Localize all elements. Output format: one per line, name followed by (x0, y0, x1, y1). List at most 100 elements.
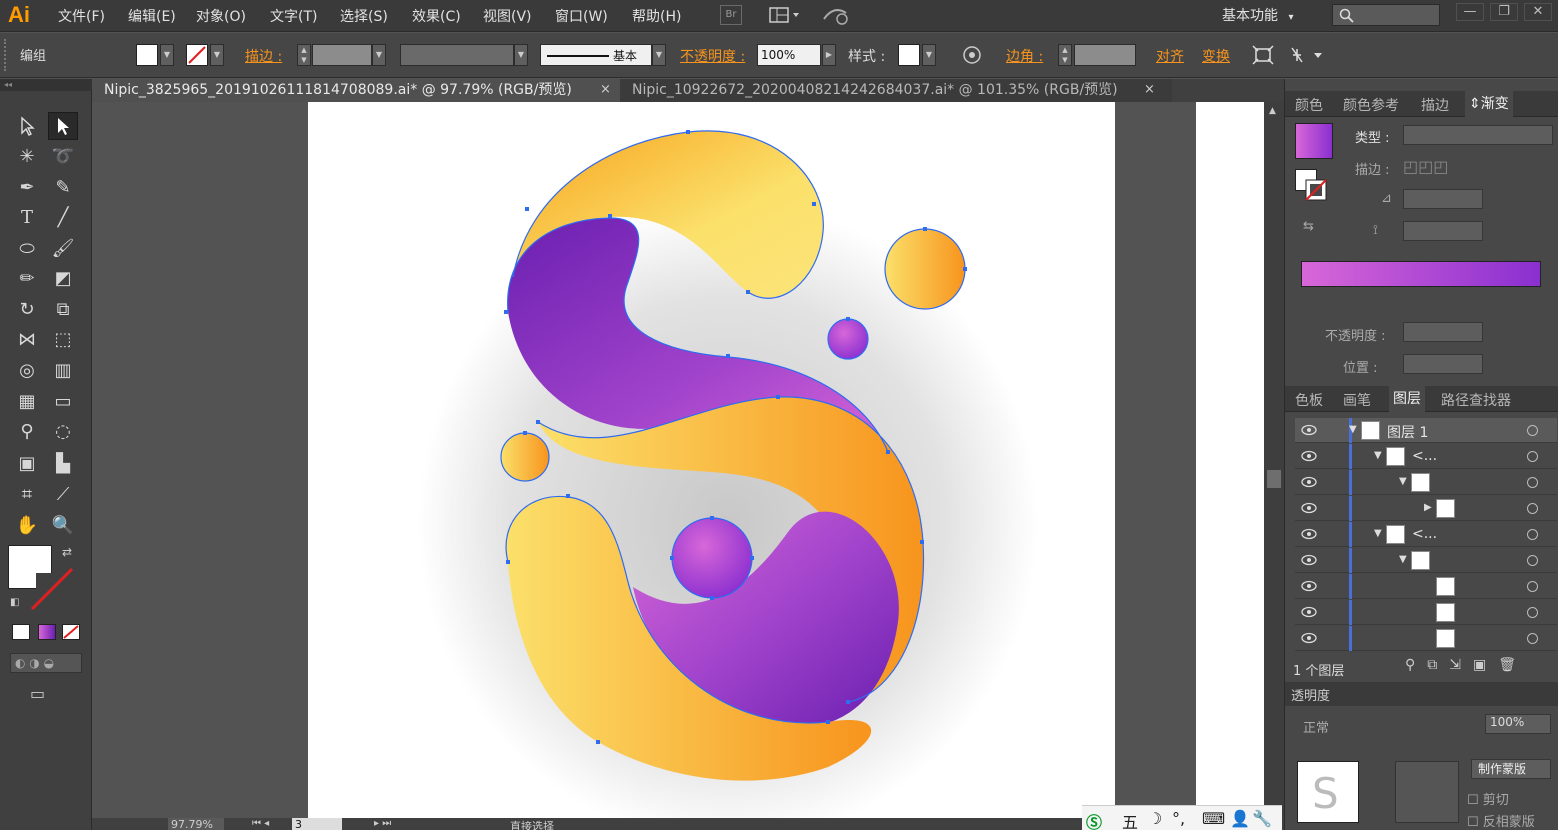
tab-color[interactable]: 颜色 (1295, 95, 1323, 115)
next-artboard-icon[interactable]: ▸ ⏭ (374, 818, 391, 829)
canvas[interactable]: ▲ (92, 102, 1284, 830)
moon-icon[interactable]: ☽ (1148, 809, 1162, 828)
stroke-weight-stepper[interactable]: ▲ ▼ (297, 44, 311, 66)
tab-2-close-icon[interactable]: × (1144, 82, 1155, 97)
layer-row[interactable] (1295, 600, 1557, 625)
ime-mode-label[interactable]: 五 (1122, 809, 1138, 830)
menu-view[interactable]: 视图(V) (483, 6, 532, 26)
punctuation-icon[interactable]: °, (1172, 809, 1185, 828)
layer-target-icon[interactable] (1527, 607, 1538, 618)
layer-name[interactable]: <... (1412, 526, 1437, 542)
ellipse-tool-icon[interactable]: ⬭ (12, 234, 42, 262)
pen-tool-icon[interactable]: ✒ (12, 173, 42, 201)
gradient-thumbnail[interactable] (1295, 123, 1333, 159)
object-thumbnail[interactable]: S (1297, 761, 1359, 823)
opacity-panel-link[interactable]: 不透明度 : (680, 46, 745, 66)
menu-object[interactable]: 对象(O) (196, 6, 246, 26)
menu-type[interactable]: 文字(T) (270, 6, 317, 26)
layer-target-icon[interactable] (1527, 555, 1538, 566)
layer-target-icon[interactable] (1527, 503, 1538, 514)
artboard[interactable] (308, 102, 1115, 830)
corner-radius-field[interactable] (1074, 44, 1136, 66)
stroke-dropdown[interactable]: ▼ (210, 44, 224, 66)
visibility-eye-icon[interactable] (1301, 579, 1317, 593)
layer-target-icon[interactable] (1527, 451, 1538, 462)
symbol-sprayer-tool-icon[interactable]: ▣ (12, 449, 42, 477)
expand-right-icon[interactable]: ▶ (1424, 502, 1432, 513)
clip-checkbox[interactable]: ☐ 剪切 (1467, 789, 1509, 808)
artboard-number-field[interactable]: 3 (292, 818, 342, 830)
opacity-field[interactable]: 100% (757, 44, 821, 66)
corner-radius-stepper[interactable]: ▲ ▼ (1058, 44, 1072, 66)
layer-target-icon[interactable] (1527, 581, 1538, 592)
tab-1-close-icon[interactable]: × (600, 82, 611, 97)
layer-row[interactable]: ▼ 图层 1 (1295, 418, 1557, 443)
shape-builder-tool-icon[interactable]: ◎ (12, 356, 42, 384)
curvature-tool-icon[interactable]: ✎ (48, 173, 78, 201)
visibility-eye-icon[interactable] (1301, 631, 1317, 645)
layer-actions-icons[interactable]: ⚲⧉⇲▣🗑 (1405, 657, 1528, 673)
expand-down-icon[interactable]: ▼ (1374, 450, 1382, 461)
fill-swatch[interactable] (136, 44, 158, 66)
menu-window[interactable]: 窗口(W) (555, 6, 608, 26)
lasso-tool-icon[interactable]: ➰ (48, 142, 78, 170)
isolate-group-icon[interactable] (1252, 45, 1274, 69)
visibility-eye-icon[interactable] (1301, 449, 1317, 463)
stroke-swatch[interactable] (186, 44, 208, 66)
stroke-panel-link[interactable]: 描边 : (245, 46, 282, 66)
brush-definition-dropdown[interactable]: ▼ (652, 44, 666, 66)
minimize-button[interactable]: — (1456, 3, 1484, 21)
transparency-panel-title[interactable]: 透明度 (1291, 685, 1330, 704)
eyedropper-tool-icon[interactable]: ⚲ (12, 417, 42, 445)
swap-fill-stroke-icon[interactable]: ⇄ (62, 545, 72, 559)
gradient-mode-button[interactable] (38, 624, 56, 640)
zoom-level-field[interactable]: 97.79% (168, 818, 224, 830)
panel-collapse-icon[interactable]: ◂◂ (0, 79, 92, 91)
opacity-slider-toggle[interactable]: ▶ (822, 44, 836, 66)
close-window-button[interactable]: ✕ (1524, 3, 1552, 21)
recolor-artwork-icon[interactable] (962, 45, 982, 69)
visibility-eye-icon[interactable] (1301, 475, 1317, 489)
gradient-position-field[interactable] (1403, 354, 1483, 374)
layer-name[interactable]: <... (1412, 448, 1437, 464)
layer-target-icon[interactable] (1527, 633, 1538, 644)
tab-document-2[interactable]: Nipic_10922672_20200408214242684037.ai* … (620, 79, 1172, 102)
blend-mode-select[interactable]: 正常 (1303, 717, 1329, 736)
gradient-slider[interactable] (1301, 261, 1541, 287)
expand-down-icon[interactable]: ▼ (1399, 476, 1407, 487)
gradient-opacity-field[interactable] (1403, 322, 1483, 342)
layer-name[interactable]: 图层 1 (1387, 422, 1428, 442)
tab-pathfinder[interactable]: 路径查找器 (1441, 390, 1511, 410)
menu-select[interactable]: 选择(S) (340, 6, 388, 26)
menu-effect[interactable]: 效果(C) (412, 6, 461, 26)
keyboard-icon[interactable]: ⌨ (1202, 809, 1225, 828)
zoom-tool-icon[interactable]: 🔍 (48, 511, 78, 539)
scroll-up-icon[interactable]: ▲ (1269, 106, 1276, 116)
transparency-opacity-field[interactable]: 100% (1485, 714, 1551, 734)
width-tool-icon[interactable]: ⋈ (12, 325, 42, 353)
graph-tool-icon[interactable]: ▥ (48, 356, 78, 384)
color-mode-button[interactable] (12, 624, 30, 640)
pencil-tool-icon[interactable]: ✏ (12, 264, 42, 292)
help-search-input[interactable] (1332, 4, 1440, 26)
first-artboard-icon[interactable]: ⏮ ◂ (252, 818, 269, 829)
visibility-eye-icon[interactable] (1301, 605, 1317, 619)
tab-gradient[interactable]: ⇕渐变 (1465, 91, 1513, 117)
layer-row[interactable] (1295, 574, 1557, 599)
layer-row[interactable]: ▼ (1295, 548, 1557, 573)
wrench-icon[interactable]: 🔧 (1252, 809, 1272, 828)
screen-mode-icon[interactable]: ▭ (30, 684, 45, 703)
layer-row[interactable]: ▶ (1295, 496, 1557, 521)
layer-target-icon[interactable] (1527, 529, 1538, 540)
expand-down-icon[interactable]: ▼ (1374, 528, 1382, 539)
gradient-aspect-field[interactable] (1403, 221, 1483, 241)
menu-help[interactable]: 帮助(H) (632, 6, 681, 26)
menu-edit[interactable]: 编辑(E) (128, 6, 176, 26)
bridge-button[interactable]: Br (720, 5, 742, 25)
tab-swatches[interactable]: 色板 (1295, 390, 1323, 410)
layer-row[interactable]: ▼ <... (1295, 444, 1557, 469)
variable-width-field[interactable] (400, 44, 514, 66)
none-mode-button[interactable] (62, 624, 80, 640)
free-transform-tool-icon[interactable]: ⬚ (48, 325, 78, 353)
line-segment-tool-icon[interactable]: ╱ (48, 203, 78, 231)
